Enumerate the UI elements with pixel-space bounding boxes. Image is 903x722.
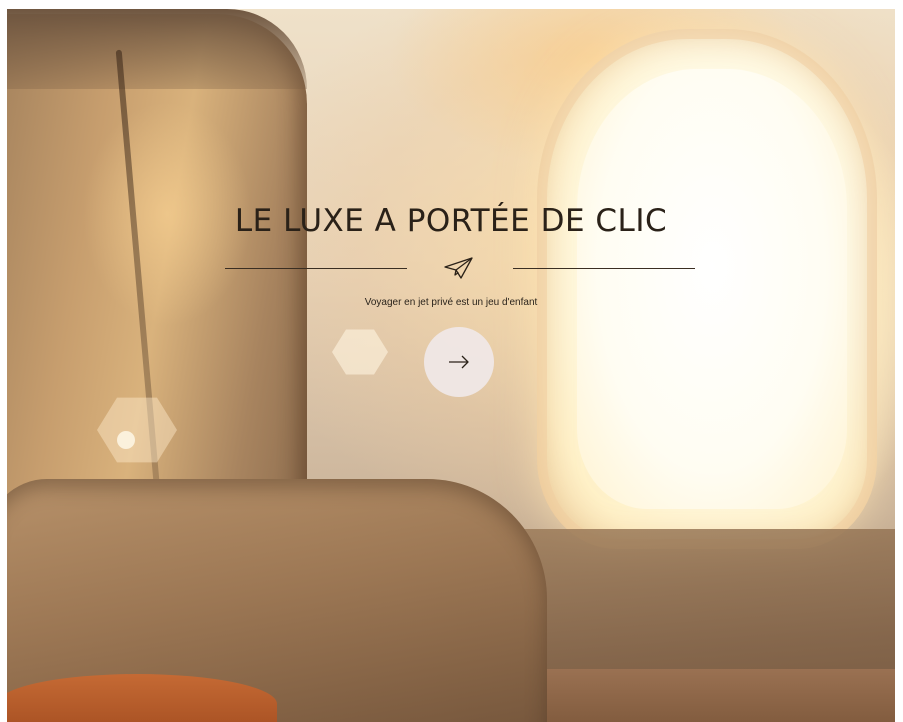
window-glare bbox=[577, 69, 847, 509]
seat-top-shadow bbox=[7, 9, 307, 89]
hero-title: LE LUXE A PORTÉE DE CLIC bbox=[234, 203, 668, 239]
next-button[interactable] bbox=[424, 327, 494, 397]
paper-plane-icon bbox=[442, 256, 476, 280]
arrow-right-icon bbox=[447, 354, 471, 370]
bokeh-dot bbox=[117, 431, 135, 449]
divider-line-left bbox=[225, 268, 407, 269]
hero-background: LE LUXE A PORTÉE DE CLIC Voyager en jet … bbox=[7, 9, 895, 722]
hero-subtitle: Voyager en jet privé est un jeu d'enfant bbox=[364, 297, 538, 308]
divider-line-right bbox=[513, 268, 695, 269]
bokeh-hexagon bbox=[332, 329, 388, 375]
